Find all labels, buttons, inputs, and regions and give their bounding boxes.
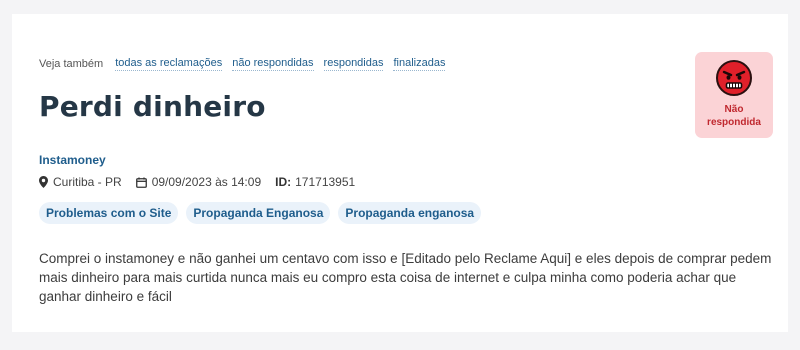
id-info: ID: 171713951 (275, 175, 355, 189)
tag-problemas-site[interactable]: Problemas com o Site (39, 202, 179, 224)
status-label-line1: Não (724, 104, 744, 115)
date-text: 09/09/2023 às 14:09 (151, 175, 262, 189)
company-link[interactable]: Instamoney (39, 153, 106, 167)
link-answered[interactable]: respondidas (323, 57, 384, 71)
category-tags: Problemas com o Site Propaganda Enganosa… (39, 202, 482, 224)
date-info: 09/09/2023 às 14:09 (135, 175, 262, 189)
calendar-icon (135, 177, 147, 188)
id-value: 171713951 (295, 175, 356, 189)
angry-face-icon (716, 60, 752, 96)
id-label: ID: (275, 175, 292, 189)
complaint-meta: Curitiba - PR 09/09/2023 às 14:09 ID: 17… (39, 175, 369, 189)
status-label: Não respondida (695, 103, 773, 129)
location-pin-icon (39, 176, 48, 188)
see-also-label: Veja também (39, 58, 104, 70)
status-label-line2: respondida (707, 117, 761, 128)
link-unanswered[interactable]: não respondidas (232, 57, 314, 71)
complaint-description: Comprei o instamoney e não ganhei um cen… (39, 251, 772, 304)
location-text: Curitiba - PR (53, 175, 122, 189)
location-info: Curitiba - PR (39, 175, 122, 189)
page-title: Perdi dinheiro (39, 90, 266, 123)
tag-propaganda-enganosa-lower[interactable]: Propaganda enganosa (338, 202, 482, 224)
status-badge: Não respondida (695, 52, 773, 138)
link-finished[interactable]: finalizadas (393, 57, 446, 71)
link-all-complaints[interactable]: todas as reclamações (115, 57, 223, 71)
tag-propaganda-enganosa[interactable]: Propaganda Enganosa (186, 202, 331, 224)
see-also-nav: Veja também todas as reclamações não res… (39, 57, 455, 71)
